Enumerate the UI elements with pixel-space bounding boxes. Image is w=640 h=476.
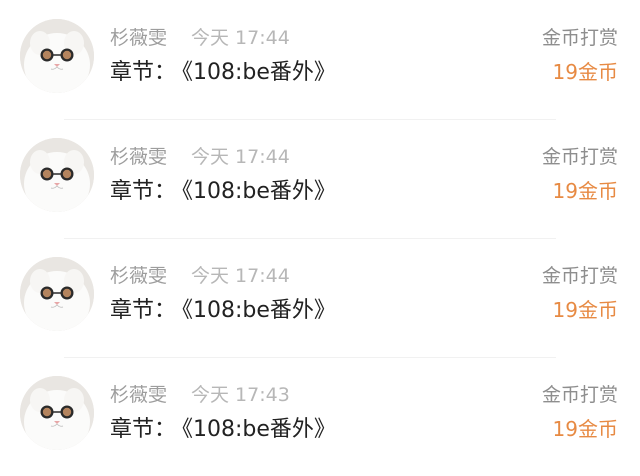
gift-amount: 19金币 [552,60,618,84]
chapter-info: 章节： 《108:be番外》 [110,60,336,86]
chapter-title[interactable]: 《108:be番外》 [182,298,336,323]
gift-amount: 19金币 [552,417,618,441]
user-avatar[interactable] [20,257,94,331]
white-cat-sunglasses-avatar-icon [20,19,94,93]
user-name[interactable]: 杉薇雯 [110,27,167,49]
white-cat-sunglasses-avatar-icon [20,376,94,450]
white-cat-sunglasses-avatar-icon [20,138,94,212]
user-avatar[interactable] [20,19,94,93]
chapter-title[interactable]: 《108:be番外》 [182,60,336,85]
chapter-label: 章节： [110,179,177,204]
chapter-label: 章节： [110,60,177,85]
chapter-title[interactable]: 《108:be番外》 [182,179,336,204]
chapter-info: 章节： 《108:be番外》 [110,417,336,443]
timestamp: 今天 17:44 [191,27,290,49]
chapter-info: 章节： 《108:be番外》 [110,179,336,205]
timestamp: 今天 17:43 [191,384,290,406]
gift-type: 金币打赏 [541,384,618,406]
chapter-label: 章节： [110,298,177,323]
gift-record-item[interactable]: 杉薇雯 今天 17:43 章节： 《108:be番外》 金币打赏 19金币 [0,357,640,476]
gift-record-item[interactable]: 杉薇雯 今天 17:44 章节： 《108:be番外》 金币打赏 19金币 [0,0,640,119]
gift-record-item[interactable]: 杉薇雯 今天 17:44 章节： 《108:be番外》 金币打赏 19金币 [0,119,640,238]
chapter-title[interactable]: 《108:be番外》 [182,417,336,442]
gift-record-list: 杉薇雯 今天 17:44 章节： 《108:be番外》 金币打赏 19金币 杉薇… [0,0,640,476]
user-name[interactable]: 杉薇雯 [110,265,167,287]
timestamp: 今天 17:44 [191,265,290,287]
user-avatar[interactable] [20,376,94,450]
user-name[interactable]: 杉薇雯 [110,146,167,168]
user-avatar[interactable] [20,138,94,212]
chapter-info: 章节： 《108:be番外》 [110,298,336,324]
gift-amount: 19金币 [552,179,618,203]
chapter-label: 章节： [110,417,177,442]
gift-type: 金币打赏 [541,27,618,49]
gift-amount: 19金币 [552,298,618,322]
user-name[interactable]: 杉薇雯 [110,384,167,406]
white-cat-sunglasses-avatar-icon [20,257,94,331]
gift-type: 金币打赏 [541,146,618,168]
gift-type: 金币打赏 [541,265,618,287]
timestamp: 今天 17:44 [191,146,290,168]
gift-record-item[interactable]: 杉薇雯 今天 17:44 章节： 《108:be番外》 金币打赏 19金币 [0,238,640,357]
